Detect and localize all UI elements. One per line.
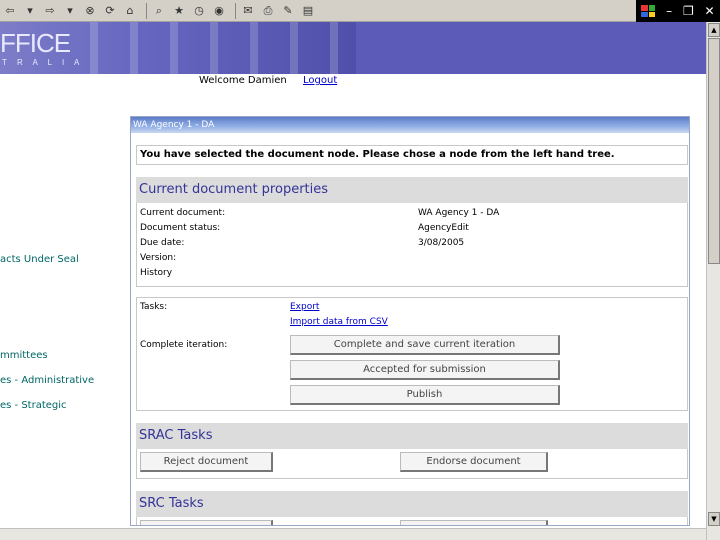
properties-body: Current document: WA Agency 1 - DA Docum… — [136, 203, 688, 287]
discuss-icon[interactable]: ▤ — [300, 3, 316, 19]
refresh-icon[interactable]: ⟳ — [102, 3, 118, 19]
print-icon[interactable]: ⎙ — [260, 3, 276, 19]
edit-icon[interactable]: ✎ — [280, 3, 296, 19]
toolbar-divider — [235, 2, 236, 19]
tasks-label: Tasks: — [140, 302, 168, 312]
prop-value-current-document: WA Agency 1 - DA — [418, 208, 500, 218]
search-icon[interactable]: ⌕ — [151, 3, 167, 19]
forward-icon[interactable]: ⇨ — [42, 3, 58, 19]
minimize-icon[interactable]: – — [666, 4, 672, 18]
vertical-scrollbar[interactable]: ▲ ▼ — [706, 22, 720, 540]
srac-tasks-heading: SRAC Tasks — [136, 423, 688, 449]
properties-heading: Current document properties — [136, 177, 688, 203]
mail-icon[interactable]: ✉ — [240, 3, 256, 19]
scroll-down-icon[interactable]: ▼ — [708, 512, 720, 526]
src-tasks-body — [136, 517, 688, 525]
chevron-down-icon[interactable]: ▾ — [62, 3, 78, 19]
stop-icon[interactable]: ⊗ — [82, 3, 98, 19]
panel-title: WA Agency 1 - DA — [131, 117, 689, 133]
prop-label-document-status: Document status: — [140, 223, 221, 233]
reject-document-button[interactable]: Reject document — [140, 452, 273, 472]
welcome-text: Welcome Damien — [199, 75, 287, 86]
chevron-down-icon[interactable]: ▾ — [22, 3, 38, 19]
browser-toolbar: ⇦ ▾ ⇨ ▾ ⊗ ⟳ ⌂ ⌕ ★ ◷ ◉ ✉ ⎙ ✎ ▤ – ❐ ✕ — [0, 0, 720, 22]
src-left-button[interactable] — [140, 520, 273, 525]
import-csv-link[interactable]: Import data from CSV — [290, 317, 388, 327]
home-icon[interactable]: ⌂ — [122, 3, 138, 19]
nav-item-contracts-under-seal[interactable]: acts Under Seal — [0, 254, 79, 265]
prop-label-current-document: Current document: — [140, 208, 226, 218]
horizontal-scrollbar[interactable] — [0, 528, 706, 540]
media-icon[interactable]: ◉ — [211, 3, 227, 19]
toolbar-divider — [146, 2, 147, 19]
logout-link[interactable]: Logout — [303, 75, 337, 86]
prop-label-version: Version: — [140, 253, 177, 263]
nav-item-strategic[interactable]: es - Strategic — [0, 400, 67, 411]
scroll-thumb[interactable] — [708, 38, 720, 264]
publish-button[interactable]: Publish — [290, 385, 560, 405]
nav-item-administrative[interactable]: es - Administrative — [0, 375, 94, 386]
complete-iteration-label: Complete iteration: — [140, 340, 228, 350]
window-controls: – ❐ ✕ — [636, 0, 720, 22]
tasks-body: Tasks: Export Import data from CSV Compl… — [136, 297, 688, 411]
windows-logo-icon — [641, 5, 656, 17]
banner-title: FFICE — [0, 28, 71, 58]
favorites-icon[interactable]: ★ — [171, 3, 187, 19]
complete-iteration-button[interactable]: Complete and save current iteration — [290, 335, 560, 355]
document-panel: WA Agency 1 - DA You have selected the d… — [130, 116, 690, 526]
restore-icon[interactable]: ❐ — [683, 4, 694, 18]
src-tasks-heading: SRC Tasks — [136, 491, 688, 517]
nav-item-committees[interactable]: mmittees — [0, 350, 48, 361]
export-link[interactable]: Export — [290, 302, 319, 312]
prop-value-document-status: AgencyEdit — [418, 223, 469, 233]
prop-value-due-date: 3/08/2005 — [418, 238, 465, 248]
src-right-button[interactable] — [400, 520, 548, 525]
close-icon[interactable]: ✕ — [705, 4, 715, 18]
back-icon[interactable]: ⇦ — [2, 3, 18, 19]
scroll-up-icon[interactable]: ▲ — [708, 23, 720, 37]
srac-tasks-body: Reject document Endorse document — [136, 449, 688, 479]
accepted-for-submission-button[interactable]: Accepted for submission — [290, 360, 560, 380]
site-banner: FFICE T R A L I A — [0, 22, 720, 74]
selection-message: You have selected the document node. Ple… — [136, 145, 688, 165]
endorse-document-button[interactable]: Endorse document — [400, 452, 548, 472]
prop-label-due-date: Due date: — [140, 238, 185, 248]
history-icon[interactable]: ◷ — [191, 3, 207, 19]
banner-subtitle: T R A L I A — [2, 58, 84, 67]
prop-label-history: History — [140, 268, 173, 278]
